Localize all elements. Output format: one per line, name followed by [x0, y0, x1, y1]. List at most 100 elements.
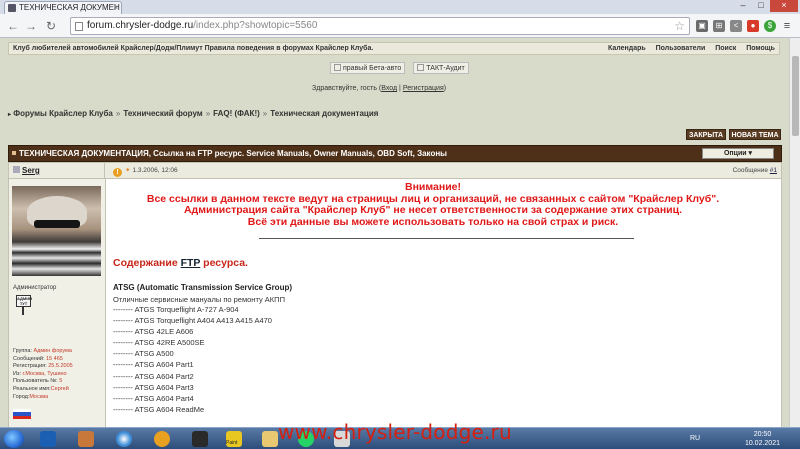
topic-bullet-icon [12, 151, 16, 155]
topic-title: ТЕХНИЧЕСКАЯ ДОКУМЕНТАЦИЯ, Ссылка на FTP … [19, 149, 447, 158]
atsg-title: ATSG (Automatic Transmission Service Gro… [113, 283, 292, 292]
profile-row: Регистрация: 25.5.2005 [13, 363, 73, 371]
options-button[interactable]: Опции ▾ [702, 148, 774, 159]
folder-icon[interactable] [262, 431, 278, 447]
list-item[interactable]: -------- ATSG A500 [113, 348, 777, 359]
list-item[interactable]: -------- ATSG A604 ReadMe [113, 404, 777, 415]
list-item[interactable]: -------- ATSG 42RE A500SE [113, 337, 777, 348]
nav-calendar[interactable]: Календарь [608, 45, 646, 52]
browser-tab[interactable]: ТЕХНИЧЕСКАЯ ДОКУМЕН × [4, 1, 122, 14]
admin-badge-icon: АДМИН ТУТ [16, 295, 32, 307]
game-icon[interactable] [78, 431, 94, 447]
profile-key: Пользователь №: [13, 378, 60, 385]
author-sidebar: Администратор АДМИН ТУТ Группа: Админ фо… [9, 179, 106, 427]
author-role: Администратор [13, 285, 57, 291]
globe-icon[interactable] [116, 431, 132, 447]
avatar [12, 186, 101, 276]
breadcrumb-arrow-icon: ▸ [8, 112, 12, 118]
list-item[interactable]: -------- ATSG A604 Part4 [113, 393, 777, 404]
user-icon [13, 166, 20, 173]
tab-close-icon[interactable]: × [113, 2, 118, 14]
profile-value: г.Москва, Тушино [22, 370, 67, 377]
topic-header: ТЕХНИЧЕСКАЯ ДОКУМЕНТАЦИЯ, Ссылка на FTP … [8, 145, 782, 162]
profile-row: Реальное имя:Сергей [13, 386, 73, 394]
greeting-text: Здравствуйте, гость ( [312, 85, 382, 92]
nav-search[interactable]: Поиск [715, 45, 736, 52]
clock-time: 20:50 [753, 431, 772, 438]
profile-key: Группа: [13, 348, 34, 354]
menu-icon[interactable]: ≡ [781, 20, 793, 32]
page-scrollbar[interactable] [789, 38, 800, 427]
list-item[interactable]: -------- ATGS Torqueflight A-727 A-904 [113, 304, 777, 315]
post-content: Внимание! Все ссылки в данном тексте вед… [113, 182, 777, 427]
profile-value: 25.5.2005 [48, 363, 73, 370]
bookmark-star-icon[interactable]: ☆ [674, 18, 685, 34]
system-clock[interactable]: 20:50 10.02.2021 [745, 430, 780, 448]
extension-icon[interactable]: ● [747, 20, 759, 32]
banner-beta-auto[interactable]: правый Бета-авто [330, 62, 406, 74]
breadcrumb-item[interactable]: FAQ! (ФАК!) [213, 109, 260, 118]
profile-value: 15 465 [46, 355, 63, 362]
divider [259, 238, 634, 239]
back-icon[interactable]: ← [6, 19, 20, 33]
login-link[interactable]: Вход [381, 85, 397, 92]
reload-icon[interactable]: ↻ [44, 19, 58, 33]
extension-icon[interactable]: $ [764, 20, 776, 32]
atsg-description: Отличные сервисные мануалы по ремонту АК… [113, 295, 285, 304]
list-item[interactable]: -------- ATSG A604 Part2 [113, 371, 777, 382]
window-close-icon[interactable]: × [770, 0, 798, 12]
paint-label: Paint [226, 440, 238, 446]
closed-button[interactable]: ЗАКРЫТА [686, 129, 726, 140]
profile-row: Сообщений: 15 465 [13, 356, 73, 364]
minimize-icon[interactable]: – [734, 0, 752, 12]
profile-value: 5 [59, 378, 63, 385]
list-item[interactable]: -------- ATSG A604 Part1 [113, 359, 777, 370]
banner-takt-audit[interactable]: ТАКТ-Аудит [413, 62, 469, 74]
address-bar[interactable]: forum.chrysler-dodge.ru/index.php?showto… [70, 17, 690, 35]
start-button[interactable] [4, 430, 24, 448]
profile-value: Москва [29, 393, 49, 400]
extension-icon[interactable]: ▣ [696, 20, 708, 32]
breadcrumb-sep: » [205, 109, 211, 118]
breadcrumb-item[interactable]: Форумы Крайслер Клуба [13, 109, 113, 118]
breadcrumb-item[interactable]: Технический форум [123, 109, 202, 118]
notice-line: Всё эти данные вы можете использовать то… [247, 215, 619, 228]
breadcrumb-item[interactable]: Техническая документация [270, 109, 378, 118]
scrollbar-thumb[interactable] [792, 56, 799, 136]
list-item[interactable]: -------- ATSG 42LE A606 [113, 326, 777, 337]
ftp-link[interactable]: FTP [181, 257, 201, 269]
forum-top-nav-left[interactable]: Клуб любителей автомобилей Крайслер/Додж… [13, 43, 373, 54]
app-icon[interactable] [192, 431, 208, 447]
nav-users[interactable]: Пользователи [656, 45, 706, 52]
tab-title: ТЕХНИЧЕСКАЯ ДОКУМЕН [19, 3, 120, 12]
profile-row: Из: г.Москва, Тушино [13, 371, 73, 379]
nav-help[interactable]: Помощь [746, 45, 775, 52]
warning-icon[interactable]: ! [113, 168, 122, 177]
maximize-icon[interactable]: □ [752, 0, 770, 12]
forward-icon[interactable]: → [24, 19, 38, 33]
new-topic-button[interactable]: НОВАЯ ТЕМА [729, 129, 781, 140]
banner-label: ТАКТ-Аудит [426, 65, 465, 72]
profile-key: Регистрация: [13, 363, 49, 370]
page-viewport: Клуб любителей автомобилей Крайслер/Додж… [0, 38, 789, 427]
notice-block: Внимание! Все ссылки в данном тексте вед… [113, 182, 753, 228]
section-title: Содержание FTP ресурса. [113, 257, 777, 269]
list-item[interactable]: -------- ATSG A604 Part3 [113, 382, 777, 393]
author-profile: Группа: Админ форума Сообщений: 15 465 Р… [13, 348, 73, 401]
post-number-link[interactable]: #1 [770, 167, 777, 174]
share-icon[interactable]: < [730, 20, 742, 32]
extension-icon[interactable]: ⊞ [713, 20, 725, 32]
list-item[interactable]: -------- ATGS Torqueflight A404 A413 A41… [113, 315, 777, 326]
register-link[interactable]: Регистрация [403, 85, 444, 92]
app-icon[interactable] [154, 431, 170, 447]
url-path: /index.php?showtopic=5560 [193, 20, 318, 31]
profile-key: Из: [13, 370, 23, 377]
forum-top-nav: Клуб любителей автомобилей Крайслер/Додж… [8, 42, 780, 55]
profile-key: Реальное имя: [13, 385, 51, 392]
author-name[interactable]: Serg [22, 166, 40, 175]
outlook-icon[interactable] [40, 431, 56, 447]
profile-value: Админ форума [33, 348, 72, 354]
post-header: Serg ! ✦ 1.3.2006, 12:06 Сообщение #1 [9, 163, 781, 179]
language-indicator[interactable]: RU [690, 435, 700, 442]
profile-key: Город: [13, 393, 30, 400]
